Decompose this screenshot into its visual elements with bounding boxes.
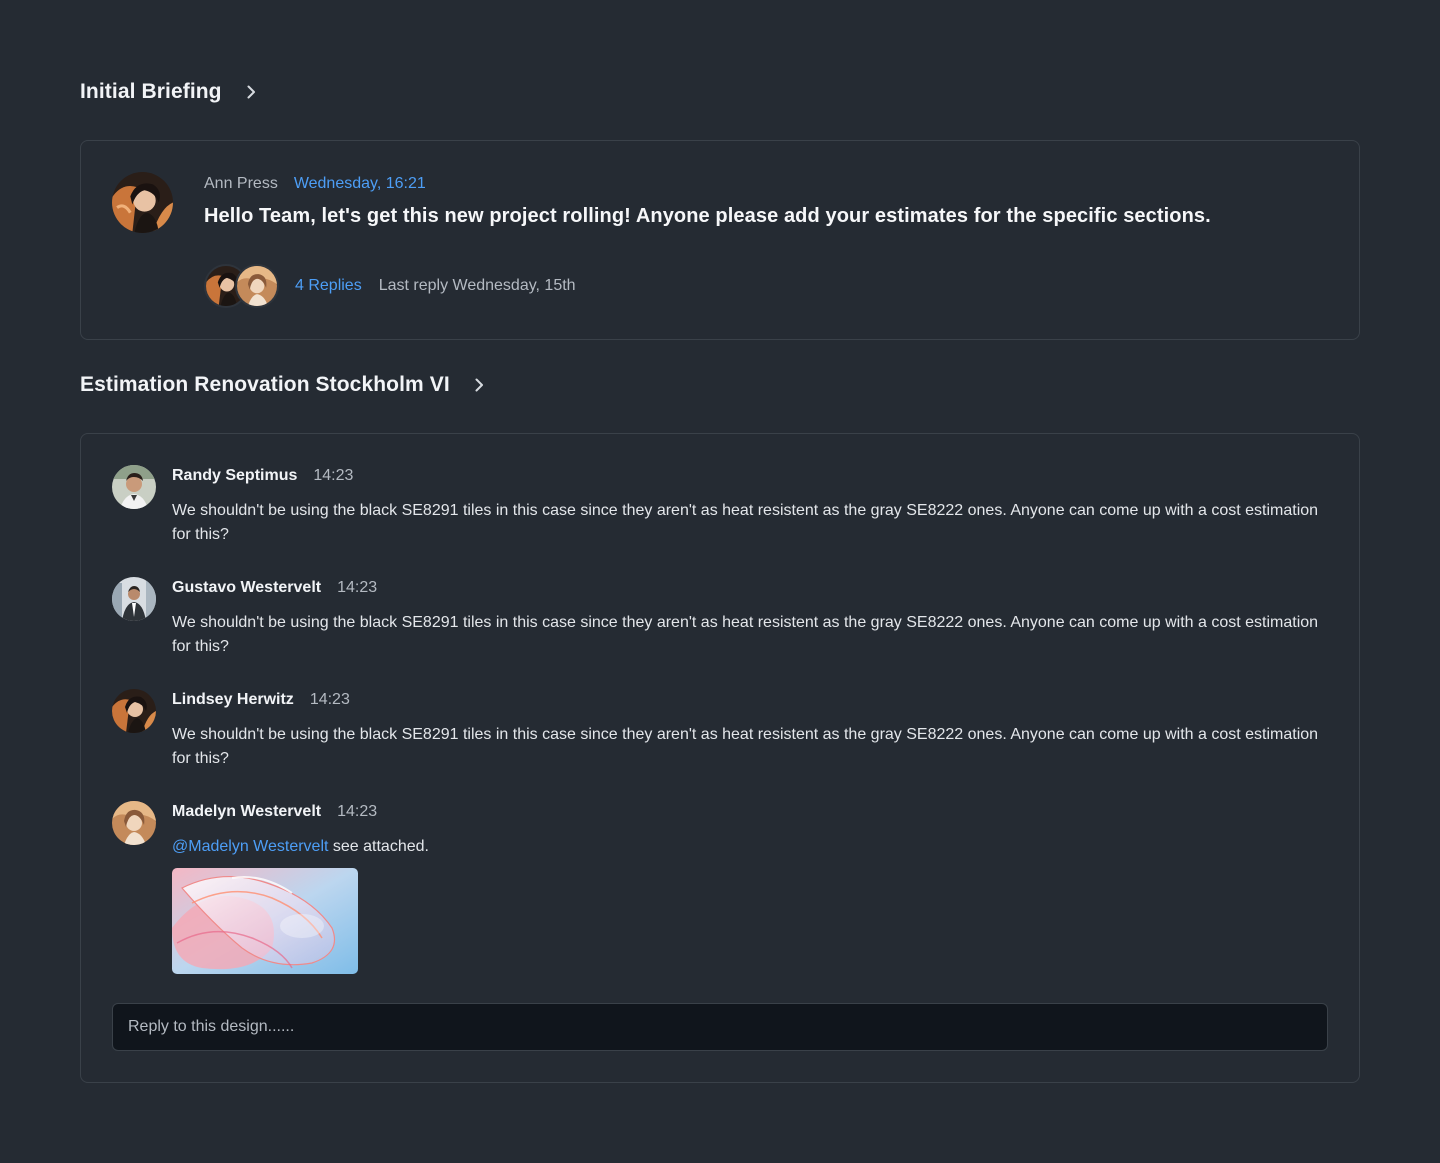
post-timestamp[interactable]: Wednesday, 16:21 xyxy=(294,175,426,193)
discussion-page: Initial Briefing Ann Press Wednesday, 16… xyxy=(0,0,1440,1163)
comment-author[interactable]: Madelyn Westervelt xyxy=(172,803,321,821)
thread-header-initial-briefing[interactable]: Initial Briefing xyxy=(80,80,258,104)
avatar[interactable] xyxy=(112,689,156,733)
replies-summary: 4 Replies Last reply Wednesday, 15th xyxy=(204,264,576,308)
reply-input[interactable] xyxy=(112,1003,1328,1051)
comment-time: 14:23 xyxy=(337,579,378,596)
avatar[interactable] xyxy=(235,264,279,308)
chevron-right-icon[interactable] xyxy=(244,85,258,99)
comment-text-rest: see attached. xyxy=(328,838,429,855)
avatar[interactable] xyxy=(112,465,156,509)
comment-header: Gustavo Westervelt 14:23 xyxy=(172,579,377,597)
comment-time: 14:23 xyxy=(337,803,378,820)
replies-count-link[interactable]: 4 Replies xyxy=(295,277,362,295)
post-meta: Ann Press Wednesday, 16:21 xyxy=(204,175,426,193)
replier-avatars xyxy=(204,264,279,308)
user-mention[interactable]: @Madelyn Westervelt xyxy=(172,838,328,855)
thread-card-initial-briefing: Ann Press Wednesday, 16:21 Hello Team, l… xyxy=(80,140,1360,340)
comment-text: @Madelyn Westervelt see attached. xyxy=(172,835,1322,859)
avatar[interactable] xyxy=(112,577,156,621)
comment-header: Randy Septimus 14:23 xyxy=(172,467,353,485)
comment-header: Lindsey Herwitz 14:23 xyxy=(172,691,350,709)
post-message: Hello Team, let's get this new project r… xyxy=(204,205,1211,227)
post-author[interactable]: Ann Press xyxy=(204,175,278,193)
comment-text: We shouldn't be using the black SE8291 t… xyxy=(172,502,1319,543)
avatar[interactable] xyxy=(112,801,156,845)
image-attachment[interactable] xyxy=(172,868,358,974)
comment-header: Madelyn Westervelt 14:23 xyxy=(172,803,377,821)
thread-header-estimation[interactable]: Estimation Renovation Stockholm VI xyxy=(80,373,486,397)
thread-card-estimation: Randy Septimus 14:23 We shouldn't be usi… xyxy=(80,433,1360,1083)
comment-text: We shouldn't be using the black SE8291 t… xyxy=(172,614,1319,655)
comment-text: We shouldn't be using the black SE8291 t… xyxy=(172,726,1319,767)
comment-author[interactable]: Lindsey Herwitz xyxy=(172,691,294,709)
thread-title: Initial Briefing xyxy=(80,80,222,103)
comment-author[interactable]: Randy Septimus xyxy=(172,467,297,485)
chevron-right-icon[interactable] xyxy=(472,378,486,392)
last-reply-text: Last reply Wednesday, 15th xyxy=(378,277,576,294)
comment-author[interactable]: Gustavo Westervelt xyxy=(172,579,321,597)
comment-time: 14:23 xyxy=(313,467,354,484)
avatar[interactable] xyxy=(112,172,173,233)
comment-time: 14:23 xyxy=(309,691,350,708)
thread-title: Estimation Renovation Stockholm VI xyxy=(80,373,450,396)
